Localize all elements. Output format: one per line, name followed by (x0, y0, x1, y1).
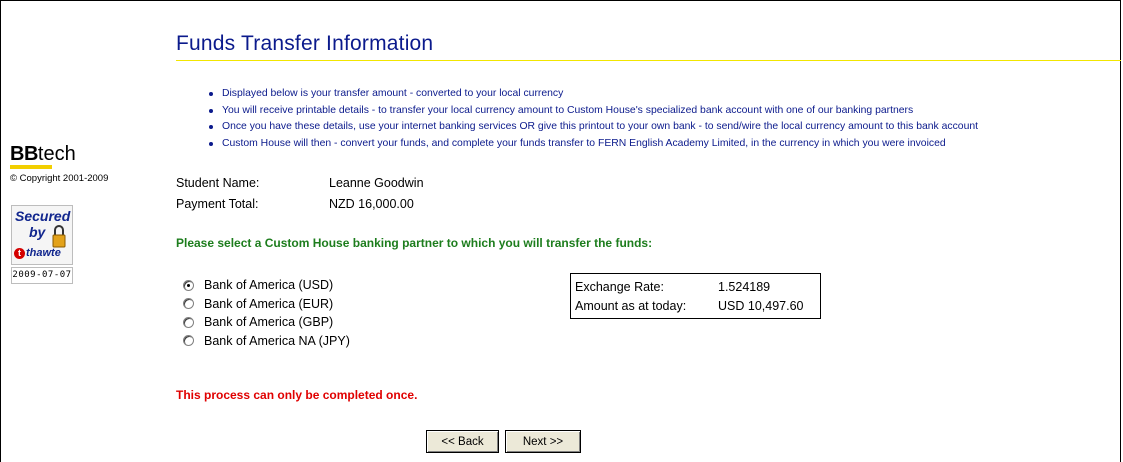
bank-options: Bank of America (USD) Bank of America (E… (183, 276, 350, 350)
exchange-rate-label: Exchange Rate: (575, 280, 664, 294)
page-frame (0, 0, 1121, 462)
seal-by-text: by (29, 224, 46, 240)
amount-today-value: USD 10,497.60 (718, 299, 804, 313)
bank-option-jpy[interactable]: Bank of America NA (JPY) (183, 332, 350, 351)
bank-option-label: Bank of America NA (JPY) (204, 333, 350, 348)
padlock-icon (52, 225, 66, 248)
student-name-value: Leanne Goodwin (329, 176, 424, 190)
radio-bank-usd[interactable] (183, 279, 194, 291)
payment-total-label: Payment Total: (176, 197, 259, 211)
logo-stripe (10, 165, 52, 169)
thawte-security-seal[interactable]: Secured by t thawte (11, 205, 73, 265)
info-bullet: You will receive printable details - to … (205, 103, 978, 120)
page-title: Funds Transfer Information (176, 32, 434, 55)
bank-option-eur[interactable]: Bank of America (EUR) (183, 295, 350, 314)
logo-bb-text: BB (10, 143, 38, 165)
bank-option-gbp[interactable]: Bank of America (GBP) (183, 313, 350, 332)
seal-date: 2009-07-07 (11, 267, 73, 284)
info-bullet: Once you have these details, use your in… (205, 119, 978, 136)
thawte-t-icon: t (14, 247, 25, 259)
radio-bank-gbp[interactable] (183, 316, 194, 328)
radio-bank-eur[interactable] (183, 298, 194, 310)
seal-brand: t thawte (14, 247, 61, 259)
exchange-rate-value: 1.524189 (718, 280, 771, 294)
title-underline (176, 60, 1121, 61)
info-bullet-list: Displayed below is your transfer amount … (205, 86, 978, 152)
bank-select-prompt: Please select a Custom House banking par… (176, 236, 653, 250)
bank-option-label: Bank of America (GBP) (204, 315, 334, 330)
student-name-label: Student Name: (176, 176, 260, 190)
seal-secured-text: Secured (15, 208, 71, 224)
radio-bank-jpy[interactable] (183, 335, 194, 347)
bank-option-label: Bank of America (USD) (204, 278, 334, 293)
bbtech-logo: BBtech (10, 143, 76, 169)
logo-tech-text: tech (37, 143, 76, 165)
bank-option-label: Bank of America (EUR) (204, 296, 334, 311)
info-bullet: Custom House will then - convert your fu… (205, 136, 978, 153)
payment-total-value: NZD 16,000.00 (329, 197, 414, 211)
one-time-warning: This process can only be completed once. (176, 388, 418, 402)
bank-option-usd[interactable]: Bank of America (USD) (183, 276, 350, 295)
next-button[interactable]: Next >> (505, 430, 581, 453)
amount-today-label: Amount as at today: (575, 299, 687, 313)
exchange-rate-box: Exchange Rate: 1.524189 Amount as at tod… (570, 273, 821, 319)
back-button[interactable]: << Back (426, 430, 499, 453)
copyright-text: © Copyright 2001-2009 (10, 173, 109, 184)
info-bullet: Displayed below is your transfer amount … (205, 86, 978, 103)
